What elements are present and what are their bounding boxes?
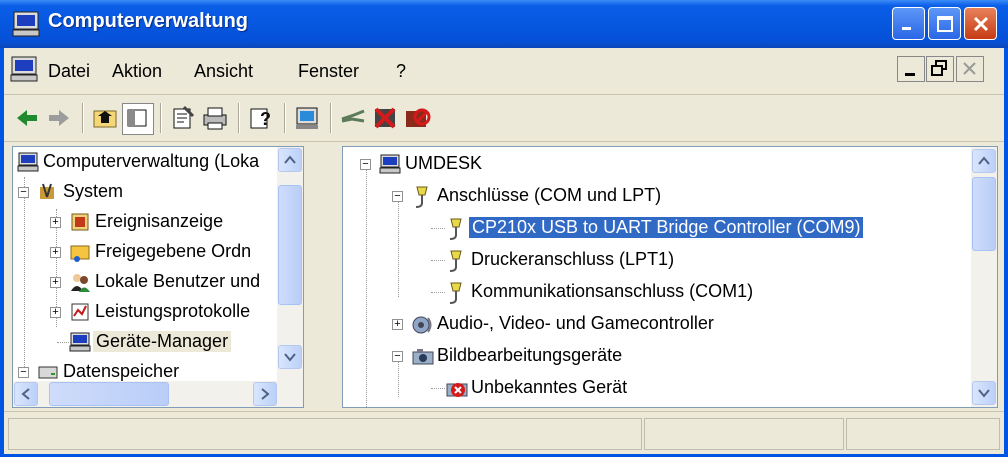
scroll-right-button[interactable] bbox=[253, 382, 277, 406]
menu-fenster[interactable]: Fenster bbox=[298, 61, 359, 82]
tree-item-label: Lokale Benutzer und bbox=[95, 271, 261, 291]
expand-toggle[interactable]: + bbox=[50, 217, 61, 228]
scroll-up-button[interactable] bbox=[972, 149, 996, 173]
menu-aktion[interactable]: Aktion bbox=[112, 61, 162, 82]
computer-icon bbox=[17, 151, 39, 178]
scan-hardware-icon[interactable] bbox=[292, 103, 322, 133]
system-tools-icon bbox=[37, 181, 59, 208]
expand-toggle[interactable]: + bbox=[392, 319, 403, 330]
menu-bar: Datei Aktion Ansicht Fenster ? bbox=[4, 48, 1004, 95]
tree-item-label: Kommunikationsanschluss (COM1) bbox=[471, 281, 754, 301]
performance-logs-icon bbox=[69, 301, 91, 328]
status-segment-2 bbox=[644, 418, 844, 450]
print-icon[interactable] bbox=[200, 103, 230, 133]
tree-item-label: Audio-, Video- und Gamecontroller bbox=[437, 313, 714, 333]
right-vertical-scrollbar[interactable] bbox=[971, 147, 997, 407]
scroll-down-button[interactable] bbox=[972, 381, 996, 405]
expand-toggle[interactable]: + bbox=[50, 247, 61, 258]
scroll-thumb[interactable] bbox=[49, 382, 169, 406]
tree-item-label: UMDESK bbox=[405, 153, 483, 173]
port-connector-icon bbox=[445, 249, 467, 278]
window-title: Computerverwaltung bbox=[48, 10, 249, 32]
tree-item-label: Computerverwaltung (Loka bbox=[43, 151, 260, 171]
status-segment-3 bbox=[846, 418, 1000, 450]
close-button[interactable] bbox=[964, 7, 997, 40]
maximize-button[interactable] bbox=[928, 7, 961, 40]
status-segment-main bbox=[8, 418, 642, 450]
right-tree-pane: − UMDESK − Anschlüsse (COM und LPT) CP21… bbox=[342, 146, 998, 408]
scroll-thumb[interactable] bbox=[278, 185, 302, 305]
left-tree-pane: Computerverwaltung (Loka − System + Erei… bbox=[12, 146, 304, 408]
client-area: Datei Aktion Ansicht Fenster ? ? Compute… bbox=[4, 48, 1004, 454]
scroll-thumb[interactable] bbox=[972, 177, 996, 251]
scroll-down-button[interactable] bbox=[278, 345, 302, 369]
collapse-toggle[interactable]: − bbox=[392, 351, 403, 362]
uninstall-icon[interactable] bbox=[370, 103, 400, 133]
collapse-toggle[interactable]: − bbox=[392, 191, 403, 202]
up-folder-icon[interactable] bbox=[90, 103, 120, 133]
collapse-toggle[interactable]: − bbox=[18, 367, 29, 378]
tree-item-label: Ereignisanzeige bbox=[95, 211, 224, 231]
port-connector-icon bbox=[445, 217, 467, 246]
port-connector-icon bbox=[411, 185, 433, 214]
left-horizontal-scrollbar[interactable] bbox=[13, 381, 303, 407]
scroll-up-button[interactable] bbox=[278, 148, 302, 172]
tree-item-label: Freigegebene Ordn bbox=[95, 241, 252, 261]
status-bar bbox=[4, 411, 1004, 454]
collapse-toggle[interactable]: − bbox=[18, 187, 29, 198]
menu-ansicht[interactable]: Ansicht bbox=[194, 61, 253, 82]
speaker-icon bbox=[411, 313, 435, 342]
show-hide-tree-icon[interactable] bbox=[122, 103, 154, 135]
tree-item-label: Geräte-Manager bbox=[93, 331, 232, 352]
tree-item-label: System bbox=[63, 181, 124, 201]
left-vertical-scrollbar[interactable] bbox=[277, 147, 303, 381]
tree-item-label: Druckeranschluss (LPT1) bbox=[471, 249, 675, 269]
tree-item-label: Leistungsprotokolle bbox=[95, 301, 251, 321]
menu-datei[interactable]: Datei bbox=[48, 61, 90, 82]
menu-help[interactable]: ? bbox=[396, 61, 406, 82]
event-viewer-icon bbox=[69, 211, 91, 238]
properties-icon[interactable] bbox=[168, 103, 198, 133]
main-window: Computerverwaltung Datei Aktion Ansicht … bbox=[0, 0, 1008, 457]
shared-folder-icon bbox=[69, 241, 91, 268]
computer-management-icon bbox=[12, 11, 40, 42]
minimize-button[interactable] bbox=[892, 7, 925, 40]
camera-icon bbox=[411, 345, 435, 374]
expand-toggle[interactable]: + bbox=[50, 307, 61, 318]
back-icon[interactable] bbox=[12, 103, 42, 133]
document-system-icon[interactable] bbox=[10, 56, 38, 87]
collapse-toggle[interactable]: − bbox=[360, 159, 371, 170]
mdi-close-button[interactable] bbox=[956, 56, 984, 82]
disable-device-icon[interactable] bbox=[402, 103, 432, 133]
mdi-restore-button[interactable] bbox=[926, 56, 954, 82]
tree-item-label: Anschlüsse (COM und LPT) bbox=[437, 185, 662, 205]
expand-toggle[interactable]: + bbox=[50, 277, 61, 288]
tree-item-label: Datenspeicher bbox=[63, 361, 180, 381]
tree-item-label: CP210x USB to UART Bridge Controller (CO… bbox=[467, 216, 865, 239]
port-connector-icon bbox=[445, 281, 467, 310]
forward-icon[interactable] bbox=[44, 103, 74, 133]
unknown-device-error-icon bbox=[445, 377, 469, 406]
svg-text:?: ? bbox=[260, 109, 271, 129]
scroll-left-button[interactable] bbox=[14, 382, 38, 406]
toolbar: ? bbox=[4, 95, 1004, 142]
users-icon bbox=[69, 271, 91, 298]
update-driver-icon[interactable] bbox=[338, 103, 368, 133]
mdi-minimize-button[interactable] bbox=[897, 56, 925, 82]
tree-item-label: Bildbearbeitungsgeräte bbox=[437, 345, 623, 365]
tree-item-label: Unbekanntes Gerät bbox=[471, 377, 628, 397]
computer-icon bbox=[379, 153, 401, 180]
device-manager-icon bbox=[69, 331, 91, 358]
title-bar[interactable]: Computerverwaltung bbox=[0, 0, 1008, 48]
help-icon[interactable]: ? bbox=[246, 103, 276, 133]
